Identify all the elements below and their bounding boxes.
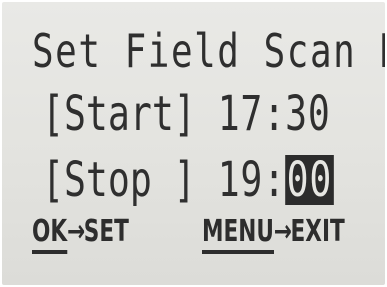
stop-minutes-selected-field[interactable]: 00 xyxy=(285,155,334,205)
stop-hours[interactable]: 19 xyxy=(218,152,263,208)
start-minutes[interactable]: 30 xyxy=(285,86,330,142)
start-hours[interactable]: 17 xyxy=(218,86,263,142)
lcd-screen: Set Field Scan B [Start] 17:30 [Stop ] 1… xyxy=(2,2,385,285)
ok-key-label: OK xyxy=(32,214,68,254)
right-arrow-icon: → xyxy=(273,214,292,249)
menu-key-label: MENU xyxy=(202,214,274,254)
menu-action-label: EXIT xyxy=(290,214,345,249)
ok-set-hint[interactable]: OK→SET xyxy=(32,214,129,254)
stop-time-row: [Stop ] 19:00 xyxy=(42,155,334,205)
stop-label: [Stop ] xyxy=(42,152,196,208)
right-arrow-icon: → xyxy=(67,214,85,249)
start-time-separator: : xyxy=(263,86,286,142)
start-time-row: [Start] 17:30 xyxy=(42,90,331,138)
start-label: [Start] xyxy=(42,86,196,142)
menu-exit-hint[interactable]: MENU→EXIT xyxy=(202,214,345,254)
screen-title: Set Field Scan B xyxy=(32,24,385,78)
ok-action-label: SET xyxy=(83,214,129,249)
stop-time-separator: : xyxy=(263,152,286,208)
